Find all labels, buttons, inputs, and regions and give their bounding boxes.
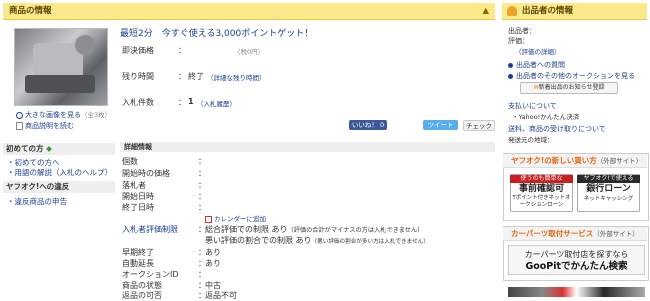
check-button[interactable]: チェック: [463, 120, 495, 131]
leaf-icon: ◆: [43, 144, 52, 153]
loan-banner-1[interactable]: 使うのも簡単な 事前確認可 Tポイント付きネットオークションローン: [510, 174, 573, 212]
detail-key-auto-extend: 自動延長: [122, 259, 154, 268]
seller-question-link[interactable]: 出品者への質問: [508, 60, 565, 70]
add-calendar-link[interactable]: カレンダーに追加: [205, 213, 266, 223]
detail-key-start-price: 開始時の価格: [122, 169, 170, 178]
detail-key-restrictions[interactable]: 入札者評価制限: [122, 224, 178, 235]
goopit-banner[interactable]: カーパーツ取付店を探すなら GooPitでかんたん検索: [508, 245, 645, 275]
person-icon: [507, 6, 517, 16]
loan-banner-2[interactable]: ヤフオク!で使える 銀行ローン ネットキャッシング: [577, 174, 640, 212]
car-parts-header: カーパーツ取付サービス（外部サイト）: [503, 227, 647, 241]
detail-key-early-end: 早期終了: [122, 248, 154, 257]
sidebar-link-report[interactable]: ・違反商品の申告: [7, 196, 67, 207]
item-info-header: 商品の情報 ▲: [3, 3, 495, 20]
price-colon: ：: [178, 46, 186, 55]
rating-label: 評価：: [508, 37, 529, 45]
collapse-arrow-icon[interactable]: ▲: [482, 3, 489, 20]
shipping-from-label: 発送元の地域：: [508, 136, 554, 144]
restriction-bad-ratio: 悪い評価の割合での制限 あり（悪い評価の割合が多い方は入札できません）: [205, 236, 429, 245]
seller-other-auctions-link[interactable]: 出品者のその他のオークションを見る: [508, 71, 635, 81]
time-label: 残り時間: [122, 72, 154, 81]
payment-link[interactable]: 支払いについて: [508, 101, 557, 111]
read-description-link[interactable]: 商品説明を読む: [16, 121, 74, 131]
detail-value-early-end: あり: [205, 248, 221, 257]
item-info-title: 商品の情報: [9, 6, 52, 16]
time-value: 終了: [188, 72, 204, 81]
product-photo[interactable]: [14, 28, 108, 106]
seller-info-title: 出品者の情報: [522, 6, 574, 16]
document-icon: [16, 122, 23, 130]
bullet-icon: [508, 62, 513, 68]
price-label: 即決価格: [122, 46, 154, 55]
detail-key-start-time: 開始日時: [122, 192, 154, 201]
detail-key-auction-id: オークションID: [122, 270, 179, 279]
ad-banner-partial[interactable]: [508, 287, 645, 297]
points-promo-link[interactable]: 最短2分 今すぐ使える3,000ポイントゲット！: [120, 26, 313, 39]
seller-label: 出品者：: [508, 27, 536, 35]
detail-key-winner: 落札者: [122, 181, 146, 190]
new-listing-notify-button[interactable]: ✉新着出品のお知らせ登録: [520, 82, 618, 94]
seller-info-header: 出品者の情報: [502, 3, 647, 20]
bullet-icon: [508, 73, 513, 79]
detail-key-quantity: 個数: [122, 157, 138, 166]
detail-key-returns: 返品の可否: [122, 291, 162, 300]
time-detail-link[interactable]: （詳細な残り時間）: [207, 72, 266, 82]
detail-value-auto-extend: あり: [205, 259, 221, 268]
bids-colon: ：: [178, 98, 186, 107]
rules-header: ヤフオク!への違反: [3, 181, 115, 193]
detail-key-end-time: 終了日時: [122, 203, 154, 212]
beginners-header: 初めての方 ◆: [3, 143, 115, 155]
enlarge-image-link[interactable]: 大きな画像を見る（全3枚）: [16, 109, 111, 120]
new-buy-ways-header: ヤフオク!の新しい買い方（外部サイト）: [503, 154, 647, 168]
bids-label: 入札件数: [122, 98, 154, 107]
calendar-icon: [205, 215, 212, 223]
time-colon: ：: [178, 72, 186, 81]
bids-value: 1: [188, 97, 194, 106]
bid-history-link[interactable]: （入札履歴）: [197, 98, 236, 108]
sidebar-link-glossary[interactable]: ・用語の解説（入札のヘルプ）: [7, 167, 112, 178]
rating-detail-link[interactable]: （評価の詳細）: [515, 46, 561, 56]
price-value: （税0円）: [234, 48, 265, 56]
payment-value: ・Yahoo!かんたん決済: [512, 113, 580, 121]
details-header: 詳細情報: [120, 142, 495, 152]
like-button[interactable]: いいね！ 0: [349, 120, 387, 130]
tweet-button[interactable]: ツイート: [423, 120, 458, 130]
detail-value-returns: 返品不可: [205, 291, 237, 300]
magnifier-icon: [16, 111, 23, 119]
shipping-link[interactable]: 送料、商品の受け取りについて: [508, 124, 606, 134]
restriction-total: 総合評価での制限 あり（評価の合計がマイナスの方は入札できません）: [205, 225, 424, 234]
